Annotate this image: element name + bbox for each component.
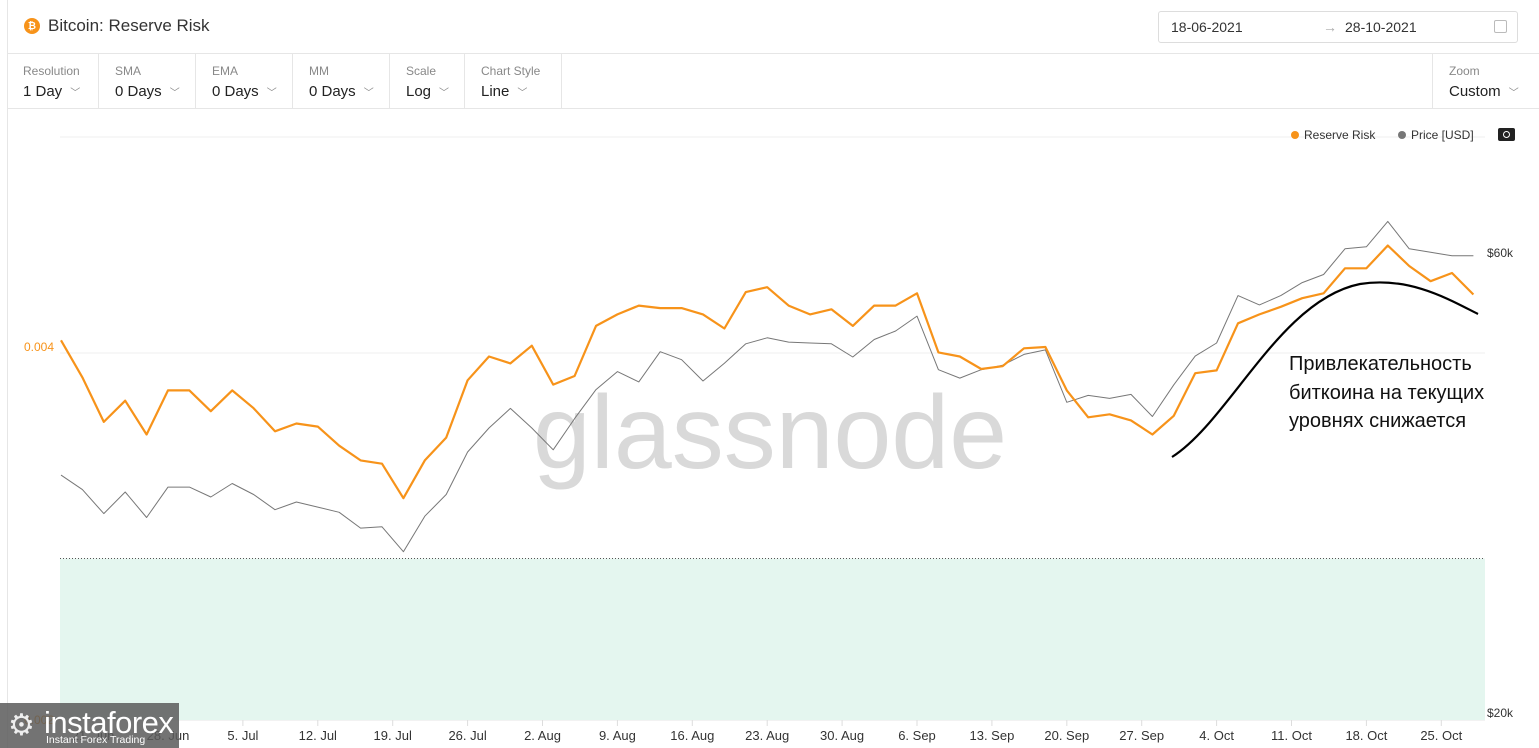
annotation-text: Привлекательность биткоина на текущих ур… [1289,353,1485,432]
x-tick-label: 5. Jul [227,728,258,743]
y-left-tick-label: 0.004 [24,340,54,354]
y-right-tick-label: $60k [1487,246,1514,260]
x-tick-label: 4. Oct [1199,728,1234,743]
x-tick-label: 25. Oct [1420,728,1462,743]
glassnode-watermark: glassnode [533,375,1007,491]
x-tick-label: 2. Aug [524,728,561,743]
x-tick-label: 6. Sep [898,728,936,743]
x-tick-label: 9. Aug [599,728,636,743]
logo-tagline: Instant Forex Trading [46,734,146,746]
x-tick-label: 20. Sep [1044,728,1089,743]
x-tick-label: 19. Jul [374,728,412,743]
gear-icon: ⚙ [8,709,35,742]
x-tick-label: 12. Jul [299,728,337,743]
x-tick-label: 13. Sep [969,728,1014,743]
instaforex-logo: ⚙ instaforex Instant Forex Trading [0,703,179,748]
x-tick-label: 27. Sep [1119,728,1164,743]
legend-reserve-risk[interactable]: Reserve Risk [1291,128,1375,142]
y-right-tick-label: $20k [1487,706,1514,720]
legend-label: Price [USD] [1411,128,1474,142]
camera-icon[interactable] [1498,128,1515,141]
x-tick-label: 30. Aug [820,728,864,743]
x-tick-label: 26. Jul [448,728,486,743]
x-tick-label: 16. Aug [670,728,714,743]
low-risk-band [60,558,1485,720]
legend-dot-orange [1291,131,1299,139]
legend-dot-gray [1398,131,1406,139]
x-tick-label: 11. Oct [1271,728,1312,743]
x-tick-label: 18. Oct [1345,728,1387,743]
x-tick-label: 23. Aug [745,728,789,743]
legend-price[interactable]: Price [USD] [1398,128,1474,142]
legend-label: Reserve Risk [1304,128,1376,142]
